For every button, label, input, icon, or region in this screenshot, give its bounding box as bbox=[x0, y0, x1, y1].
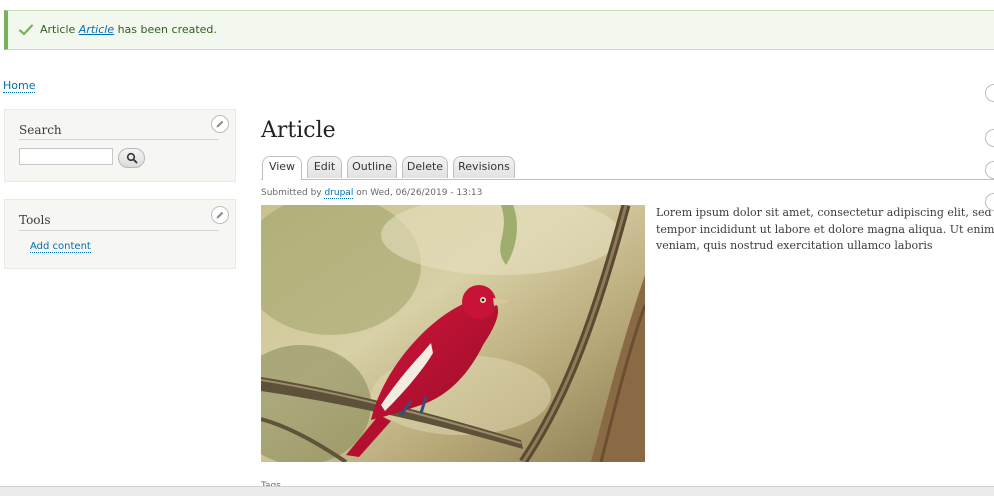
block-divider bbox=[19, 139, 219, 140]
add-content-link[interactable]: Add content bbox=[30, 241, 91, 253]
tab-edit[interactable]: Edit bbox=[307, 156, 342, 178]
tools-block-title: Tools bbox=[19, 213, 51, 227]
breadcrumb: Home bbox=[3, 79, 36, 93]
submitted-date: on Wed, 06/26/2019 - 13:13 bbox=[353, 188, 483, 198]
tab-outline[interactable]: Outline bbox=[347, 156, 397, 178]
search-icon bbox=[126, 152, 138, 164]
pencil-icon[interactable] bbox=[211, 206, 229, 224]
check-icon bbox=[18, 24, 34, 36]
body-line: veniam, quis nostrud exercitation ullamc… bbox=[656, 239, 933, 252]
body-line: Lorem ipsum dolor sit amet, consectetur … bbox=[656, 206, 994, 219]
status-text: Article Article has been created. bbox=[40, 23, 217, 36]
search-button[interactable] bbox=[118, 148, 145, 168]
article-image bbox=[261, 205, 645, 462]
search-block-title: Search bbox=[19, 123, 62, 137]
search-block: Search bbox=[4, 109, 236, 182]
status-suffix: has been created. bbox=[114, 23, 217, 36]
tab-delete[interactable]: Delete bbox=[402, 156, 448, 178]
article-body: Lorem ipsum dolor sit amet, consectetur … bbox=[656, 205, 994, 255]
submitted-info: Submitted by drupal on Wed, 06/26/2019 -… bbox=[261, 188, 483, 199]
submitted-prefix: Submitted by bbox=[261, 188, 325, 198]
block-divider bbox=[19, 230, 219, 231]
contextual-edit-button[interactable] bbox=[985, 129, 994, 147]
contextual-edit-button[interactable] bbox=[985, 84, 994, 102]
search-input[interactable] bbox=[19, 148, 113, 165]
pencil-icon[interactable] bbox=[211, 115, 229, 133]
body-line: tempor incididunt ut labore et dolore ma… bbox=[656, 222, 994, 236]
tab-revisions[interactable]: Revisions bbox=[453, 156, 515, 178]
page-title: Article bbox=[261, 118, 336, 143]
author-link[interactable]: drupal bbox=[324, 188, 354, 199]
tab-view[interactable]: View bbox=[262, 156, 302, 180]
breadcrumb-home-link[interactable]: Home bbox=[3, 79, 36, 93]
status-prefix: Article bbox=[40, 23, 79, 36]
tools-block: Tools Add content bbox=[4, 199, 236, 269]
status-message: Article Article has been created. bbox=[4, 10, 994, 50]
local-tabs: View Edit Outline Delete Revisions bbox=[261, 155, 994, 180]
status-article-link[interactable]: Article bbox=[79, 23, 114, 36]
